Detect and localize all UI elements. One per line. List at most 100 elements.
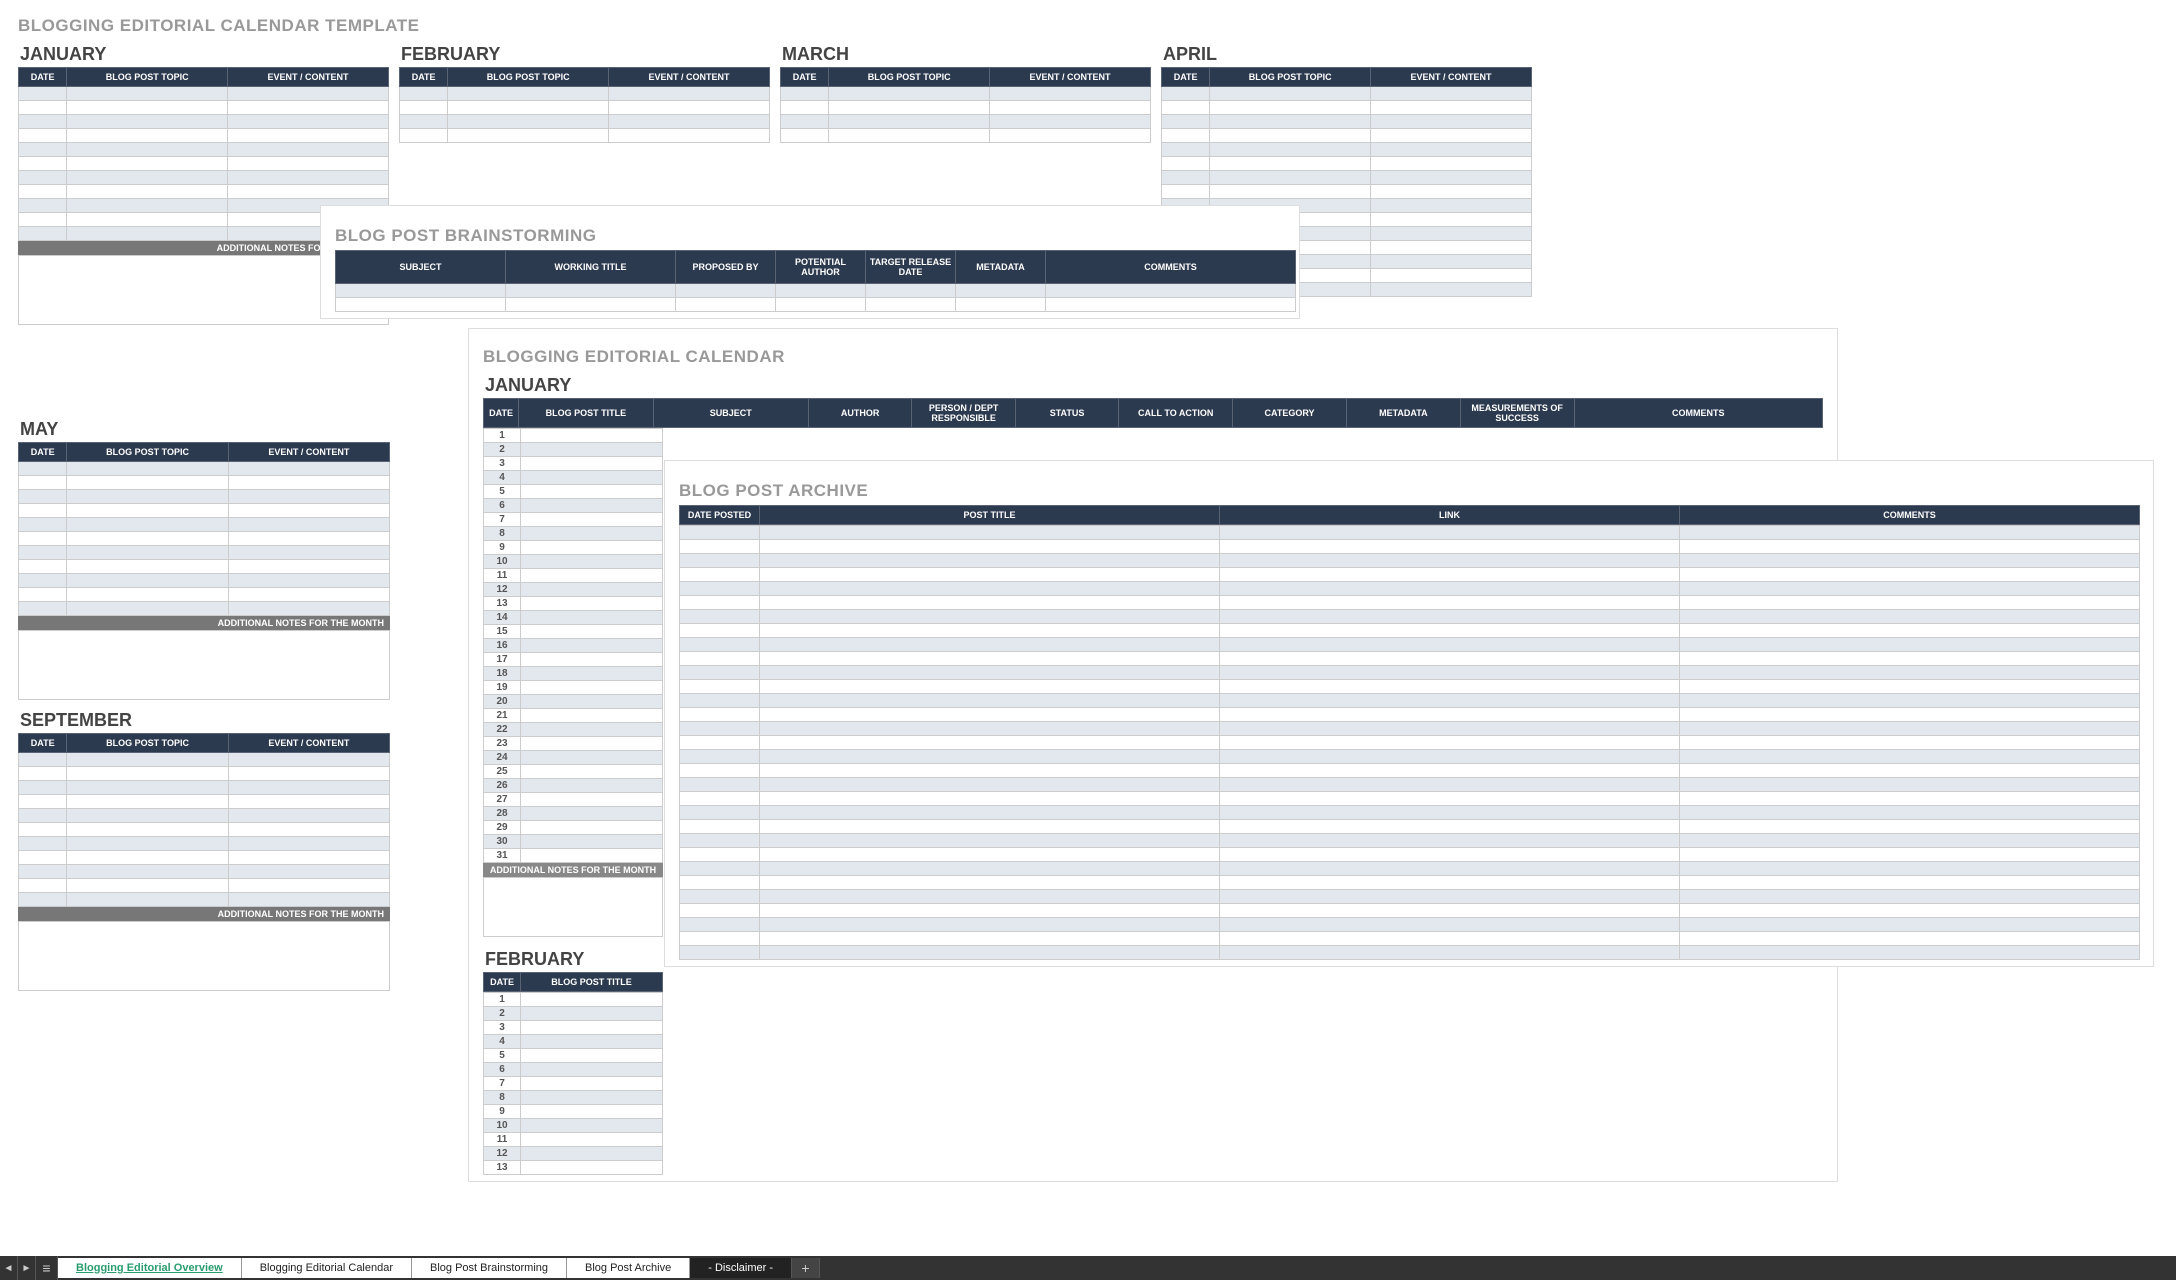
archive-table[interactable]: DATE POSTED POST TITLE LINK COMMENTS xyxy=(679,505,2140,525)
table-row[interactable]: 30 xyxy=(484,835,663,849)
table-row[interactable]: 10 xyxy=(484,555,663,569)
tab-menu-icon[interactable]: ≡ xyxy=(36,1256,58,1280)
table-row[interactable] xyxy=(680,848,2140,862)
table-row[interactable] xyxy=(19,87,389,101)
table-row[interactable]: 22 xyxy=(484,723,663,737)
table-row[interactable]: 4 xyxy=(484,471,663,485)
table-row[interactable]: 17 xyxy=(484,653,663,667)
table-row[interactable]: 21 xyxy=(484,709,663,723)
table-row[interactable] xyxy=(400,87,770,101)
tab-next-icon[interactable]: ► xyxy=(18,1256,36,1280)
table-row[interactable] xyxy=(680,568,2140,582)
template-table[interactable]: DATEBLOG POST TOPICEVENT / CONTENT xyxy=(18,733,390,907)
table-row[interactable]: 5 xyxy=(484,485,663,499)
table-row[interactable] xyxy=(19,157,389,171)
table-row[interactable] xyxy=(400,129,770,143)
table-row[interactable] xyxy=(19,101,389,115)
table-row[interactable] xyxy=(1162,143,1532,157)
table-row[interactable]: 10 xyxy=(484,1119,663,1133)
table-row[interactable]: 3 xyxy=(484,457,663,471)
template-table[interactable]: DATEBLOG POST TOPICEVENT / CONTENT xyxy=(18,442,390,616)
table-row[interactable] xyxy=(19,115,389,129)
table-row[interactable]: 2 xyxy=(484,443,663,457)
table-row[interactable] xyxy=(19,143,389,157)
table-row[interactable] xyxy=(1162,129,1532,143)
tab-overview[interactable]: Blogging Editorial Overview xyxy=(58,1258,242,1278)
table-row[interactable] xyxy=(19,809,390,823)
table-row[interactable] xyxy=(680,638,2140,652)
table-row[interactable]: 7 xyxy=(484,513,663,527)
table-row[interactable]: 13 xyxy=(484,597,663,611)
tab-brainstorm[interactable]: Blog Post Brainstorming xyxy=(412,1258,567,1278)
table-row[interactable]: 5 xyxy=(484,1049,663,1063)
table-row[interactable]: 12 xyxy=(484,583,663,597)
table-row[interactable]: 16 xyxy=(484,639,663,653)
table-row[interactable]: 9 xyxy=(484,1105,663,1119)
template-table[interactable]: DATEBLOG POST TOPICEVENT / CONTENT xyxy=(780,67,1151,143)
table-row[interactable] xyxy=(19,865,390,879)
table-row[interactable]: 8 xyxy=(484,527,663,541)
table-row[interactable] xyxy=(1162,101,1532,115)
table-row[interactable] xyxy=(19,781,390,795)
editorial-table-jan[interactable]: DATE BLOG POST TITLE SUBJECT AUTHOR PERS… xyxy=(483,398,1823,428)
table-row[interactable]: 25 xyxy=(484,765,663,779)
table-row[interactable]: 23 xyxy=(484,737,663,751)
table-row[interactable]: 26 xyxy=(484,779,663,793)
table-row[interactable] xyxy=(680,820,2140,834)
table-row[interactable] xyxy=(1162,171,1532,185)
table-row[interactable]: 19 xyxy=(484,681,663,695)
table-row[interactable]: 31 xyxy=(484,849,663,863)
table-row[interactable] xyxy=(19,504,390,518)
table-row[interactable] xyxy=(680,890,2140,904)
table-row[interactable] xyxy=(680,736,2140,750)
table-row[interactable] xyxy=(680,876,2140,890)
tab-disclaimer[interactable]: - Disclaimer - xyxy=(690,1258,792,1278)
table-row[interactable]: 15 xyxy=(484,625,663,639)
table-row[interactable]: 1 xyxy=(484,993,663,1007)
table-row[interactable] xyxy=(400,101,770,115)
notes-box[interactable] xyxy=(18,921,390,991)
table-row[interactable]: 28 xyxy=(484,807,663,821)
notes-box[interactable] xyxy=(18,630,390,700)
table-row[interactable] xyxy=(19,753,390,767)
table-row[interactable]: 7 xyxy=(484,1077,663,1091)
table-row[interactable] xyxy=(19,602,390,616)
table-row[interactable]: 3 xyxy=(484,1021,663,1035)
table-row[interactable] xyxy=(680,834,2140,848)
table-row[interactable] xyxy=(680,540,2140,554)
table-row[interactable]: 27 xyxy=(484,793,663,807)
table-row[interactable] xyxy=(19,823,390,837)
table-row[interactable] xyxy=(336,284,1296,298)
table-row[interactable]: 20 xyxy=(484,695,663,709)
editorial-rows-jan[interactable]: 1234567891011121314151617181920212223242… xyxy=(483,428,663,863)
table-row[interactable] xyxy=(680,708,2140,722)
tab-calendar[interactable]: Blogging Editorial Calendar xyxy=(242,1258,412,1278)
table-row[interactable]: 11 xyxy=(484,569,663,583)
table-row[interactable] xyxy=(19,171,389,185)
table-row[interactable]: 1 xyxy=(484,429,663,443)
tab-add-icon[interactable]: + xyxy=(792,1258,820,1278)
table-row[interactable] xyxy=(680,792,2140,806)
table-row[interactable] xyxy=(19,588,390,602)
table-row[interactable]: 6 xyxy=(484,499,663,513)
table-row[interactable] xyxy=(680,764,2140,778)
archive-rows[interactable] xyxy=(679,525,2140,960)
table-row[interactable]: 8 xyxy=(484,1091,663,1105)
table-row[interactable] xyxy=(336,298,1296,312)
table-row[interactable] xyxy=(680,582,2140,596)
table-row[interactable] xyxy=(680,750,2140,764)
table-row[interactable] xyxy=(680,862,2140,876)
table-row[interactable] xyxy=(680,904,2140,918)
table-row[interactable] xyxy=(680,918,2140,932)
table-row[interactable] xyxy=(400,115,770,129)
table-row[interactable] xyxy=(680,610,2140,624)
table-row[interactable] xyxy=(680,946,2140,960)
table-row[interactable]: 6 xyxy=(484,1063,663,1077)
table-row[interactable] xyxy=(19,129,389,143)
table-row[interactable] xyxy=(19,490,390,504)
table-row[interactable] xyxy=(19,462,390,476)
table-row[interactable] xyxy=(19,795,390,809)
table-row[interactable] xyxy=(19,879,390,893)
table-row[interactable] xyxy=(19,893,390,907)
table-row[interactable] xyxy=(680,722,2140,736)
